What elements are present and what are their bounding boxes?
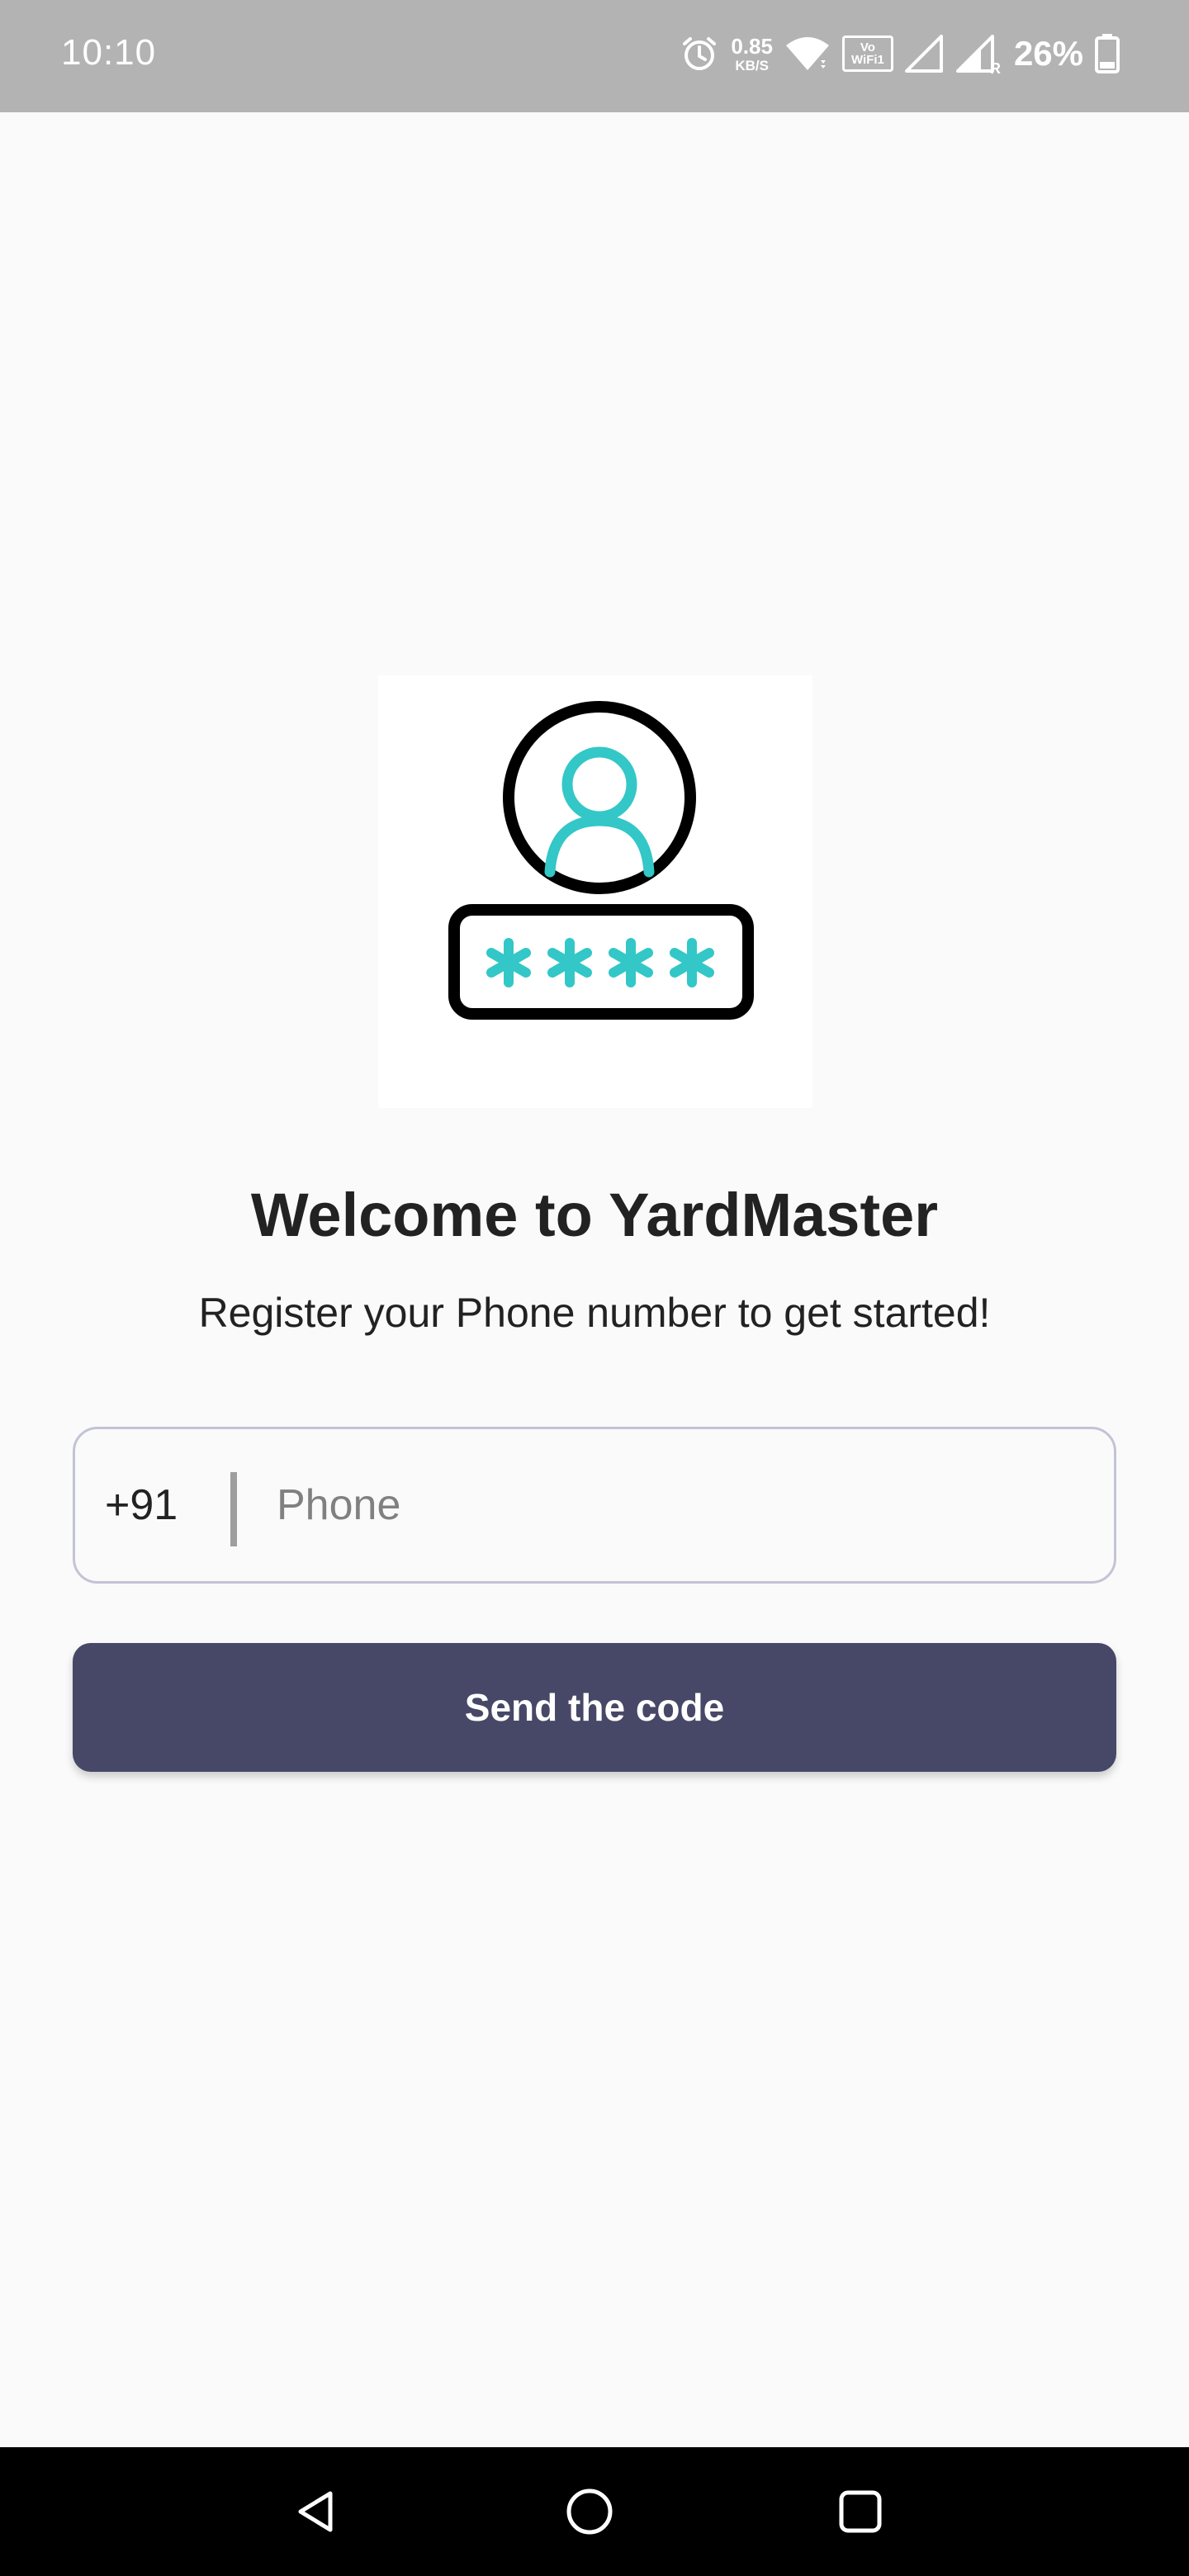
welcome-title: Welcome to YardMaster [250, 1181, 939, 1249]
country-code[interactable]: +91 [105, 1479, 178, 1532]
signal-roaming-icon: R [955, 35, 1001, 77]
vowifi-icon: Vo WiFi1 [841, 36, 893, 72]
field-divider [230, 1472, 237, 1546]
phone-input[interactable] [277, 1462, 1086, 1548]
signal-icon [904, 35, 945, 73]
phone-field[interactable]: +91 [73, 1427, 1116, 1584]
network-speed-unit: KB/S [735, 57, 769, 73]
vowifi-bottom-label: WiFi1 [851, 53, 884, 67]
network-speed-value: 0.85 [731, 33, 773, 59]
send-code-button[interactable]: Send the code [73, 1643, 1116, 1772]
vowifi-top-label: Vo [860, 40, 875, 54]
user-password-icon [448, 701, 754, 1020]
status-time: 10:10 [61, 32, 157, 73]
status-icons: 0.85 KB/S Vo WiFi1 R 26% [680, 25, 1120, 83]
alarm-icon [680, 34, 719, 73]
battery-icon [1095, 34, 1120, 73]
recents-icon[interactable] [827, 2479, 893, 2545]
navigation-bar [0, 2447, 1189, 2576]
login-illustration [378, 675, 812, 1108]
status-bar: 10:10 0.85 KB/S Vo WiFi1 R 26% [0, 0, 1189, 112]
home-icon[interactable] [557, 2479, 623, 2545]
wifi-icon [784, 36, 831, 72]
network-speed: 0.85 KB/S [731, 36, 773, 73]
roaming-mark: R [989, 60, 1001, 77]
battery-percent: 26% [1013, 34, 1083, 73]
welcome-subtitle: Register your Phone number to get starte… [198, 1290, 991, 1336]
back-icon[interactable] [284, 2479, 350, 2545]
